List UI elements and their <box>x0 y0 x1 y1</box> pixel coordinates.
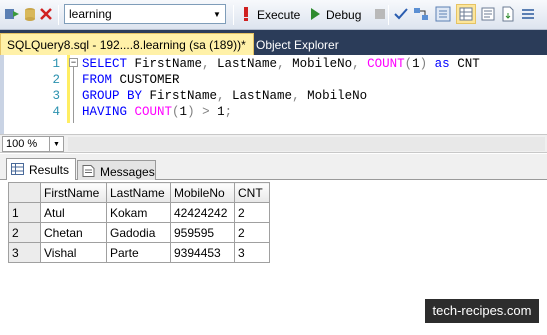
display-plan-icon[interactable] <box>413 6 429 22</box>
tab-results[interactable]: Results <box>6 158 76 180</box>
table-cell[interactable]: Kokam <box>106 202 171 223</box>
table-header-row: FirstName LastName MobileNo CNT <box>8 182 270 203</box>
execute-button[interactable]: Execute <box>257 8 300 22</box>
execute-icon[interactable] <box>238 6 254 22</box>
code-line[interactable]: 3 GROUP BY FirstName, LastName, MobileNo <box>4 89 547 105</box>
debug-icon[interactable] <box>307 6 323 22</box>
results-to-file-icon[interactable] <box>500 6 516 22</box>
table-cell[interactable]: 9394453 <box>170 242 235 263</box>
tab-messages[interactable]: Messages <box>77 160 156 180</box>
table-cell[interactable]: Atul <box>40 202 107 223</box>
grid-icon <box>11 163 24 175</box>
column-header-lastname[interactable]: LastName <box>106 182 171 203</box>
table-cell[interactable]: 2 <box>234 222 270 243</box>
table-row[interactable]: 1 Atul Kokam 42424242 2 <box>8 202 270 223</box>
table-cell[interactable]: 2 <box>234 202 270 223</box>
cancel-query-icon[interactable] <box>372 6 388 22</box>
code-text[interactable]: GROUP BY FirstName, LastName, MobileNo <box>82 89 367 103</box>
table-row[interactable]: 3 Vishal Parte 9394453 3 <box>8 242 270 263</box>
watermark: tech-recipes.com <box>425 299 539 323</box>
chevron-down-icon[interactable]: ▼ <box>49 137 63 151</box>
messages-icon <box>82 165 95 177</box>
code-line[interactable]: 4 HAVING COUNT(1) > 1; <box>4 105 547 121</box>
tab-results-label: Results <box>29 163 70 177</box>
results-to-grid-icon[interactable] <box>456 4 476 24</box>
available-databases-icon[interactable] <box>22 6 38 22</box>
code-line[interactable]: 1 SELECT FirstName, LastName, MobileNo, C… <box>4 57 547 73</box>
chevron-down-icon[interactable]: ▼ <box>209 5 225 23</box>
code-text[interactable]: FROM CUSTOMER <box>82 73 180 87</box>
results-table: FirstName LastName MobileNo CNT 1 Atul K… <box>8 182 270 263</box>
code-text[interactable]: SELECT FirstName, LastName, MobileNo, CO… <box>82 57 480 71</box>
line-number: 2 <box>52 73 60 87</box>
line-number: 1 <box>52 57 60 71</box>
column-header-mobileno[interactable]: MobileNo <box>170 182 235 203</box>
toolbar-separator <box>388 5 389 25</box>
query-options-icon[interactable] <box>435 6 451 22</box>
sql-editor[interactable]: − 1 SELECT FirstName, LastName, MobileNo,… <box>0 55 547 134</box>
column-header-cnt[interactable]: CNT <box>234 182 270 203</box>
code-line[interactable]: 2 FROM CUSTOMER <box>4 73 547 89</box>
row-number[interactable]: 1 <box>8 202 41 223</box>
table-cell[interactable]: 42424242 <box>170 202 235 223</box>
tab-messages-label: Messages <box>100 165 155 179</box>
toolbar-separator <box>58 5 59 25</box>
line-number: 3 <box>52 89 60 103</box>
results-tab-strip: Results Messages <box>0 154 547 180</box>
tab-sqlquery8[interactable]: SQLQuery8.sql - 192....8.learning (sa (1… <box>0 33 254 55</box>
code-text[interactable]: HAVING COUNT(1) > 1; <box>82 105 232 119</box>
toolbar: learning ▼ Execute Debug <box>0 0 547 30</box>
database-select[interactable]: learning ▼ <box>64 4 226 24</box>
zoom-select[interactable]: 100 % ▼ <box>2 136 64 152</box>
table-cell[interactable]: Chetan <box>40 222 107 243</box>
change-connection-icon[interactable] <box>4 6 20 22</box>
zoom-value: 100 % <box>6 138 38 150</box>
grid-corner[interactable] <box>8 182 41 203</box>
disconnect-icon[interactable] <box>38 6 54 22</box>
database-select-value: learning <box>69 7 112 21</box>
table-cell[interactable]: Vishal <box>40 242 107 263</box>
toolbar-separator <box>233 5 234 25</box>
document-tab-strip: SQLQuery8.sql - 192....8.learning (sa (1… <box>0 30 547 55</box>
comment-out-icon[interactable] <box>520 6 536 22</box>
results-to-text-icon[interactable] <box>480 6 496 22</box>
table-cell[interactable]: Gadodia <box>106 222 171 243</box>
table-row[interactable]: 2 Chetan Gadodia 959595 2 <box>8 222 270 243</box>
table-cell[interactable]: 959595 <box>170 222 235 243</box>
debug-button[interactable]: Debug <box>326 8 361 22</box>
tab-object-explorer[interactable]: Object Explorer <box>256 38 339 52</box>
parse-checkmark-icon[interactable] <box>393 6 409 22</box>
column-header-firstname[interactable]: FirstName <box>40 182 107 203</box>
table-cell[interactable]: 3 <box>234 242 270 263</box>
row-number[interactable]: 2 <box>8 222 41 243</box>
line-number: 4 <box>52 105 60 119</box>
row-number[interactable]: 3 <box>8 242 41 263</box>
table-cell[interactable]: Parte <box>106 242 171 263</box>
zoom-bar: 100 % ▼ <box>0 134 547 153</box>
horizontal-scrollbar[interactable] <box>68 137 545 151</box>
